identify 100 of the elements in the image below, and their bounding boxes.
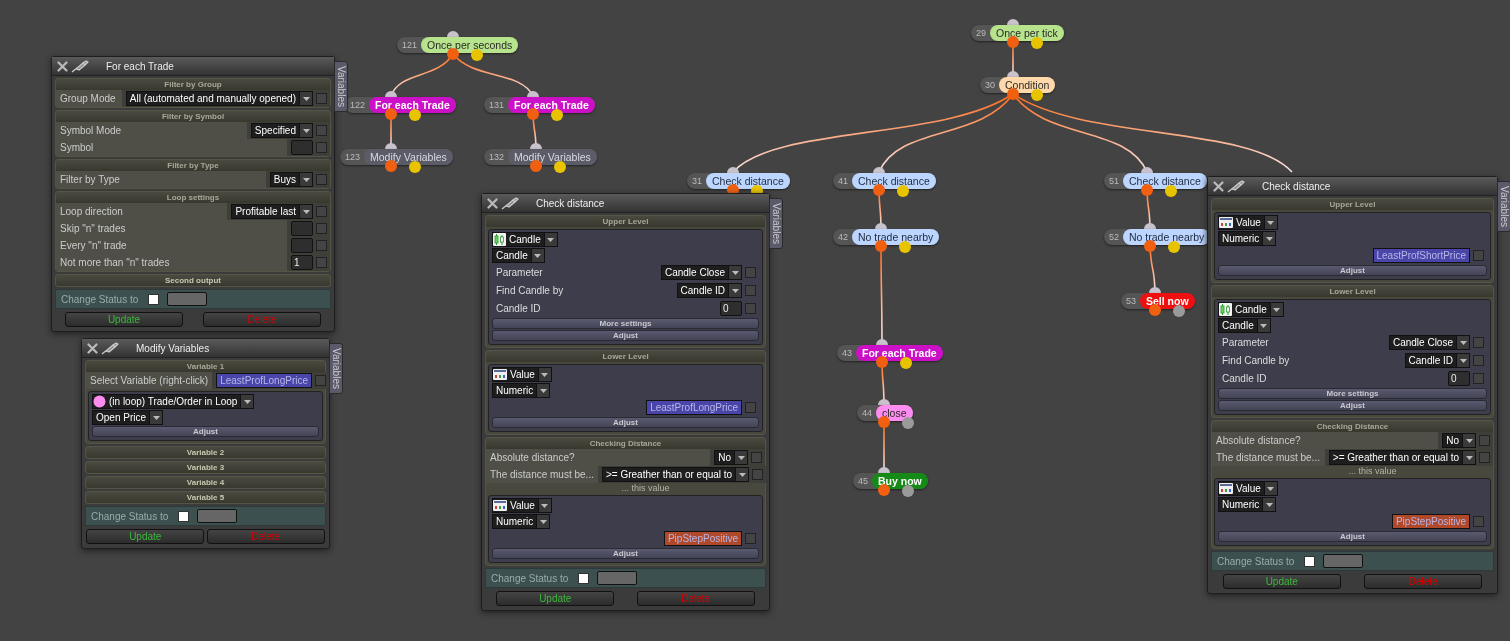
- output-port[interactable]: [1144, 240, 1156, 252]
- section-header[interactable]: Upper Level: [486, 216, 765, 227]
- type-dropdown[interactable]: Open Price: [92, 410, 164, 425]
- update-button[interactable]: Update: [86, 529, 205, 544]
- output-port[interactable]: [1007, 88, 1019, 100]
- input-port[interactable]: [878, 399, 890, 405]
- close-icon[interactable]: [487, 197, 498, 209]
- checkbox[interactable]: [148, 293, 160, 305]
- checkbox[interactable]: [578, 572, 590, 584]
- section-header[interactable]: Filter by Symbol: [56, 111, 330, 122]
- type-dropdown[interactable]: Numeric: [492, 383, 551, 398]
- section-header[interactable]: Loop settings: [56, 192, 330, 203]
- output-port[interactable]: [527, 108, 539, 120]
- checkbox[interactable]: [316, 142, 327, 153]
- source-dropdown[interactable]: (in loop) Trade/Order in Loop: [92, 394, 255, 409]
- variable-field[interactable]: LeastProfLongPrice: [216, 373, 313, 388]
- output-port[interactable]: [1007, 36, 1019, 48]
- input-port[interactable]: [1144, 223, 1156, 229]
- section-button[interactable]: Adjust: [492, 548, 759, 559]
- status-field[interactable]: [197, 509, 238, 523]
- input-port[interactable]: [530, 143, 542, 149]
- type-dropdown[interactable]: Candle: [492, 248, 545, 263]
- dropdown[interactable]: Candle ID: [676, 283, 742, 298]
- output-port[interactable]: [878, 416, 890, 428]
- flow-node[interactable]: 123 Modify Variables: [340, 149, 453, 165]
- dropdown[interactable]: Profitable last: [231, 204, 313, 219]
- checkbox[interactable]: [752, 469, 764, 480]
- variables-tab[interactable]: Variables: [1497, 181, 1510, 232]
- flow-node[interactable]: 121 Once per seconds: [397, 37, 519, 53]
- flow-node[interactable]: 44 close: [857, 405, 913, 421]
- checkbox[interactable]: [745, 285, 756, 296]
- input-port[interactable]: [1149, 287, 1161, 293]
- variable-field[interactable]: LeastProfShortPrice: [1372, 248, 1470, 263]
- source-dropdown[interactable]: Value: [492, 498, 552, 513]
- checkbox[interactable]: [316, 257, 327, 268]
- checkbox[interactable]: [745, 533, 756, 544]
- section-header[interactable]: Checking Distance: [486, 438, 765, 449]
- input-field[interactable]: 0: [720, 301, 742, 316]
- flow-node[interactable]: 29 Once per tick: [971, 25, 1064, 41]
- flow-node[interactable]: 131 For each Trade: [484, 97, 595, 113]
- input-port[interactable]: [1007, 19, 1019, 25]
- section-header[interactable]: Variable 1: [86, 361, 325, 372]
- input-field[interactable]: [291, 238, 313, 253]
- section-button[interactable]: Adjust: [492, 417, 759, 428]
- input-port[interactable]: [527, 91, 539, 97]
- dropdown[interactable]: No: [714, 450, 748, 465]
- variable-field[interactable]: PipStepPositive: [1391, 514, 1470, 529]
- section-header[interactable]: Variable 2: [86, 447, 325, 458]
- input-field[interactable]: 0: [1448, 371, 1470, 386]
- type-dropdown[interactable]: Numeric: [1218, 497, 1277, 512]
- input-port[interactable]: [876, 339, 888, 345]
- section-button[interactable]: Adjust: [492, 330, 759, 341]
- checkbox[interactable]: [315, 375, 327, 386]
- variable-field[interactable]: LeastProfLongPrice: [646, 400, 742, 415]
- section-header[interactable]: Variable 5: [86, 492, 325, 503]
- input-port[interactable]: [1007, 71, 1019, 77]
- dropdown[interactable]: Candle Close: [1388, 335, 1470, 350]
- flow-node[interactable]: 43 For each Trade: [837, 345, 943, 361]
- input-port[interactable]: [873, 167, 885, 173]
- checkbox[interactable]: [1473, 516, 1484, 527]
- flow-node[interactable]: 132 Modify Variables: [484, 149, 597, 165]
- status-field[interactable]: [597, 571, 638, 585]
- source-dropdown[interactable]: Candle: [492, 232, 558, 247]
- section-button[interactable]: Adjust: [1218, 531, 1487, 542]
- dropdown[interactable]: All (automated and manually opened): [125, 91, 313, 106]
- input-field[interactable]: [291, 221, 313, 236]
- pin-icon[interactable]: [71, 59, 89, 73]
- section-header[interactable]: Variable 3: [86, 462, 325, 473]
- section-header[interactable]: Lower Level: [486, 351, 765, 362]
- source-dropdown[interactable]: Candle: [1218, 302, 1284, 317]
- checkbox[interactable]: [316, 174, 327, 185]
- section-button[interactable]: More settings: [492, 318, 759, 329]
- input-field[interactable]: 1: [291, 255, 313, 270]
- input-port[interactable]: [385, 143, 397, 149]
- source-dropdown[interactable]: Value: [1218, 215, 1278, 230]
- checkbox[interactable]: [316, 206, 327, 217]
- dropdown[interactable]: >= Greather than or equal to: [601, 467, 750, 482]
- output-port[interactable]: [875, 240, 887, 252]
- close-icon[interactable]: [87, 342, 98, 354]
- dropdown[interactable]: Specified: [250, 123, 313, 138]
- variables-tab[interactable]: Variables: [334, 61, 348, 112]
- checkbox[interactable]: [745, 303, 756, 314]
- section-header[interactable]: Second output: [56, 275, 330, 286]
- output-port[interactable]: [902, 417, 914, 429]
- flow-node[interactable]: 42 No trade nearby: [833, 229, 940, 245]
- section-button[interactable]: Adjust: [1218, 265, 1487, 276]
- checkbox[interactable]: [1473, 337, 1484, 348]
- status-field[interactable]: [1323, 554, 1364, 568]
- output-port[interactable]: [873, 184, 885, 196]
- flow-node[interactable]: 41 Check distance: [833, 173, 936, 189]
- input-port[interactable]: [875, 223, 887, 229]
- section-header[interactable]: Lower Level: [1212, 286, 1493, 297]
- input-port[interactable]: [878, 467, 890, 473]
- output-port[interactable]: [1149, 304, 1161, 316]
- checkbox[interactable]: [745, 402, 756, 413]
- checkbox[interactable]: [1473, 355, 1484, 366]
- pin-icon[interactable]: [101, 341, 119, 355]
- checkbox[interactable]: [1304, 555, 1316, 567]
- section-header[interactable]: Checking Distance: [1212, 421, 1493, 432]
- update-button[interactable]: Update: [496, 591, 615, 606]
